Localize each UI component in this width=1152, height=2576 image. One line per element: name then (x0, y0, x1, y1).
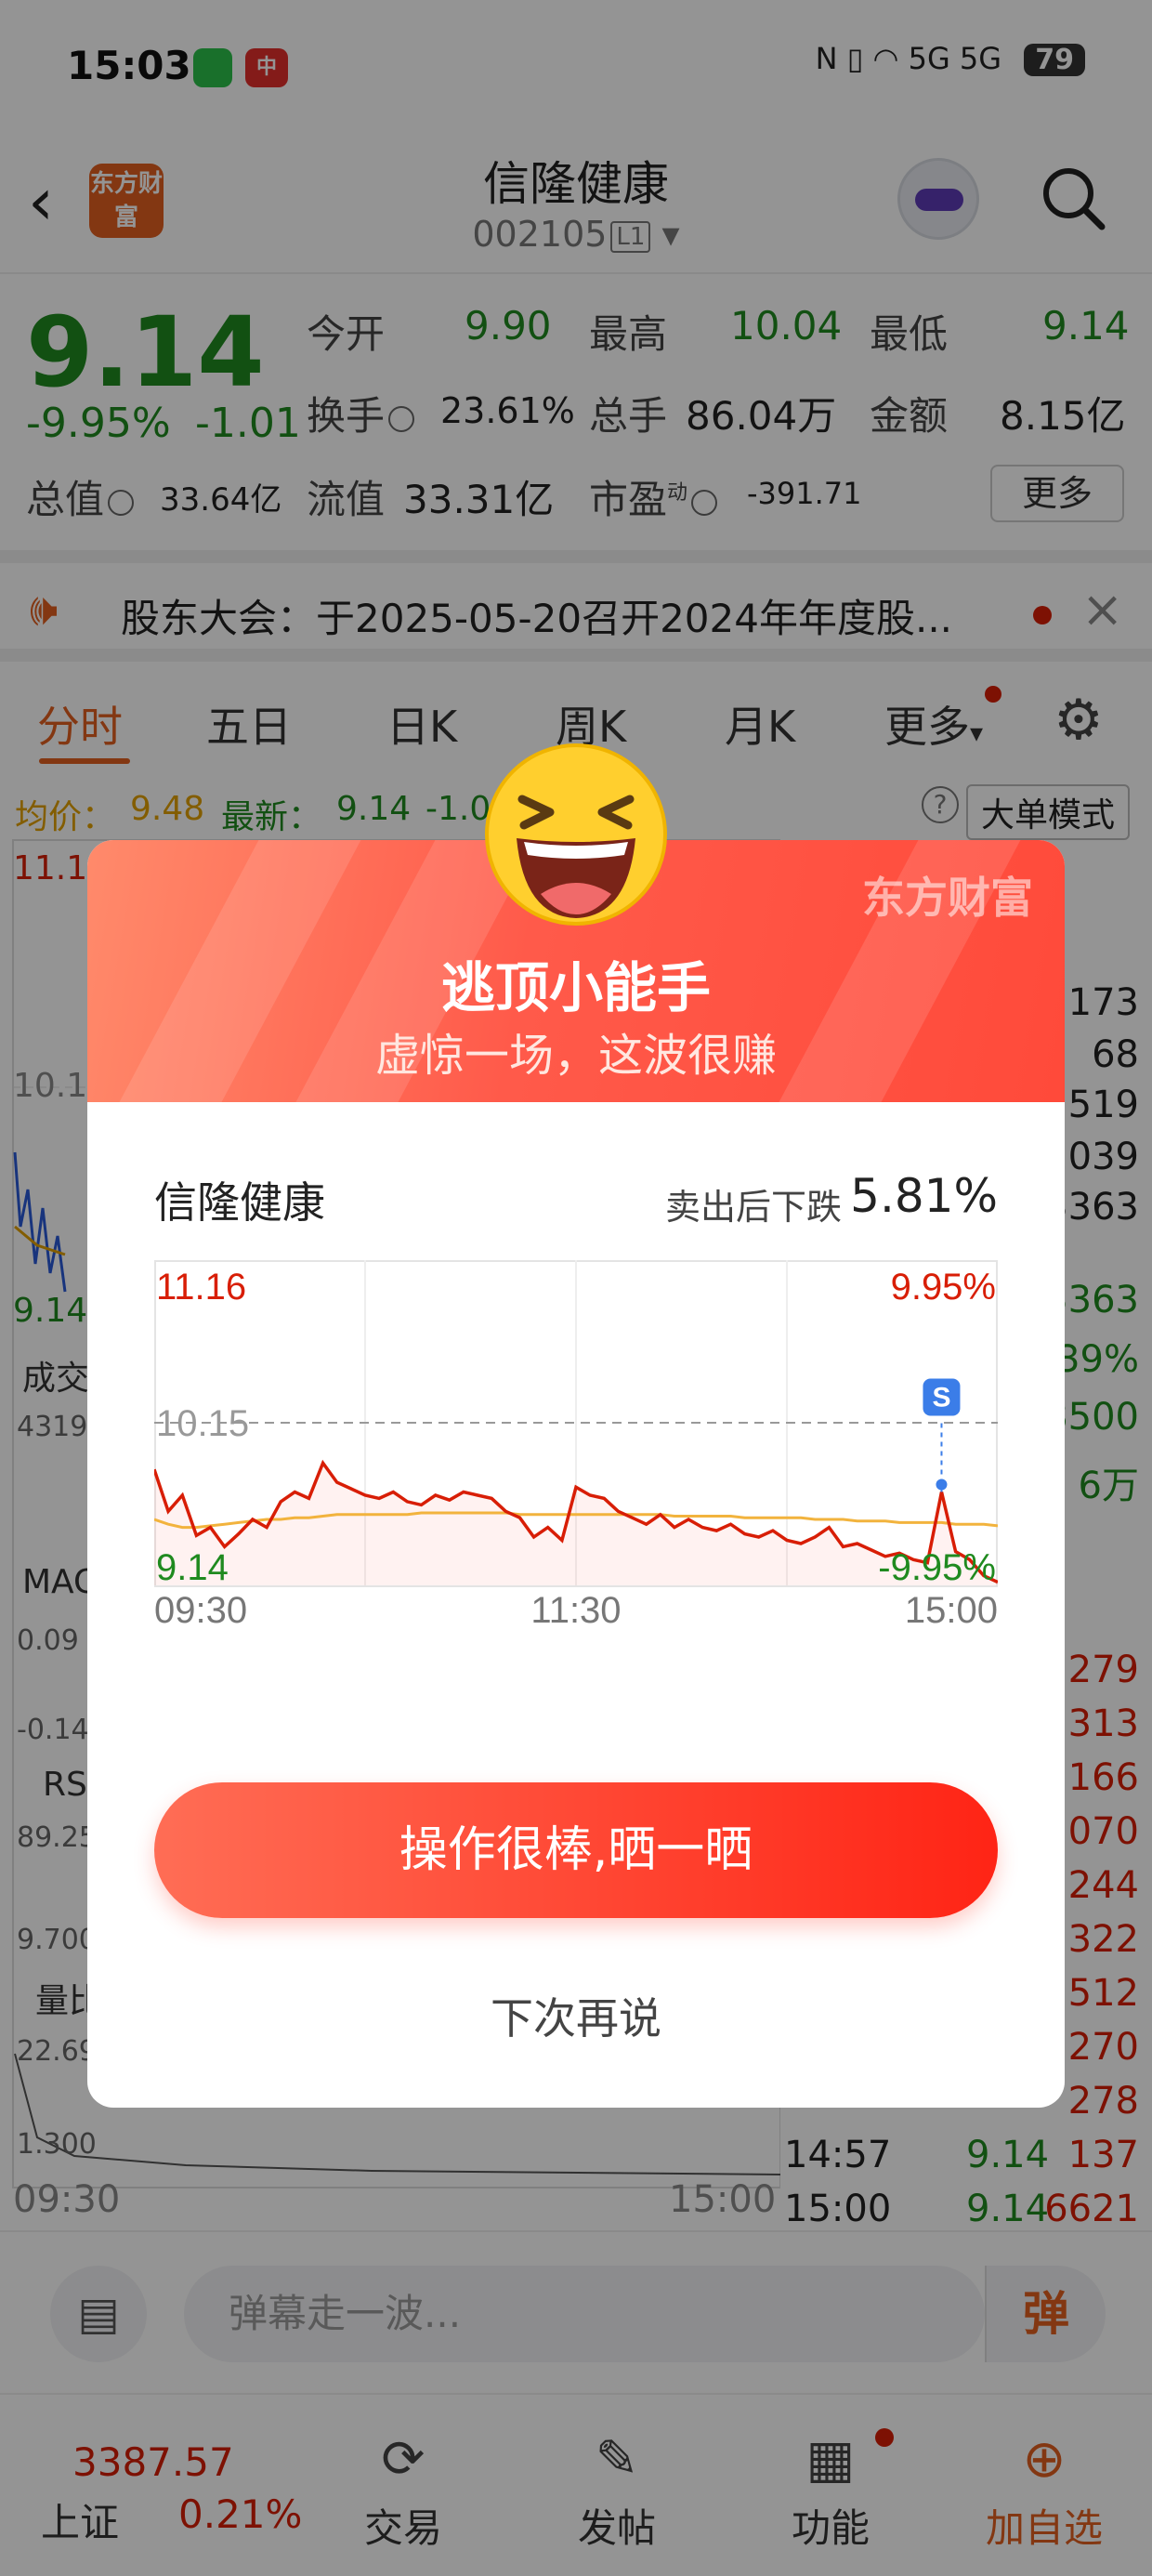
y-mid-label: 10.15 (156, 1403, 249, 1444)
escape-top-modal: 东方财富 逃顶小能手 虚惊一场，这波很赚 信隆健康 卖出后下跌 5.81% S 1… (87, 840, 1065, 2108)
y-top-label: 11.16 (156, 1267, 246, 1308)
x-tick-start: 09:30 (154, 1590, 247, 1631)
y-top-pct-label: 9.95% (891, 1267, 996, 1308)
brand-watermark: 东方财富 (862, 873, 1033, 923)
sell-marker-label: S (932, 1383, 950, 1413)
drop-label: 卖出后下跌 (664, 1187, 842, 1228)
y-bottom-pct-label: -9.95% (878, 1547, 996, 1588)
share-button[interactable]: 操作很棒,晒一晒 (154, 1782, 998, 1918)
modal-stock-name: 信隆健康 (154, 1177, 325, 1228)
laughing-face-icon (485, 743, 667, 926)
x-tick-mid: 11:30 (530, 1590, 621, 1631)
drop-value: 5.81% (850, 1169, 998, 1223)
sell-marker-dot (936, 1479, 948, 1491)
intraday-mini-chart: S 11.16 9.95% 10.15 9.14 -9.95% 09:30 11:30 15:0… (154, 1260, 998, 1631)
modal-subline: 虚惊一场，这波很赚 (374, 1030, 777, 1082)
modal-headline: 逃顶小能手 (440, 956, 711, 1019)
x-tick-end: 15:00 (905, 1590, 998, 1631)
later-button[interactable]: 下次再说 (87, 1985, 1065, 2046)
y-bottom-label: 9.14 (156, 1547, 229, 1588)
